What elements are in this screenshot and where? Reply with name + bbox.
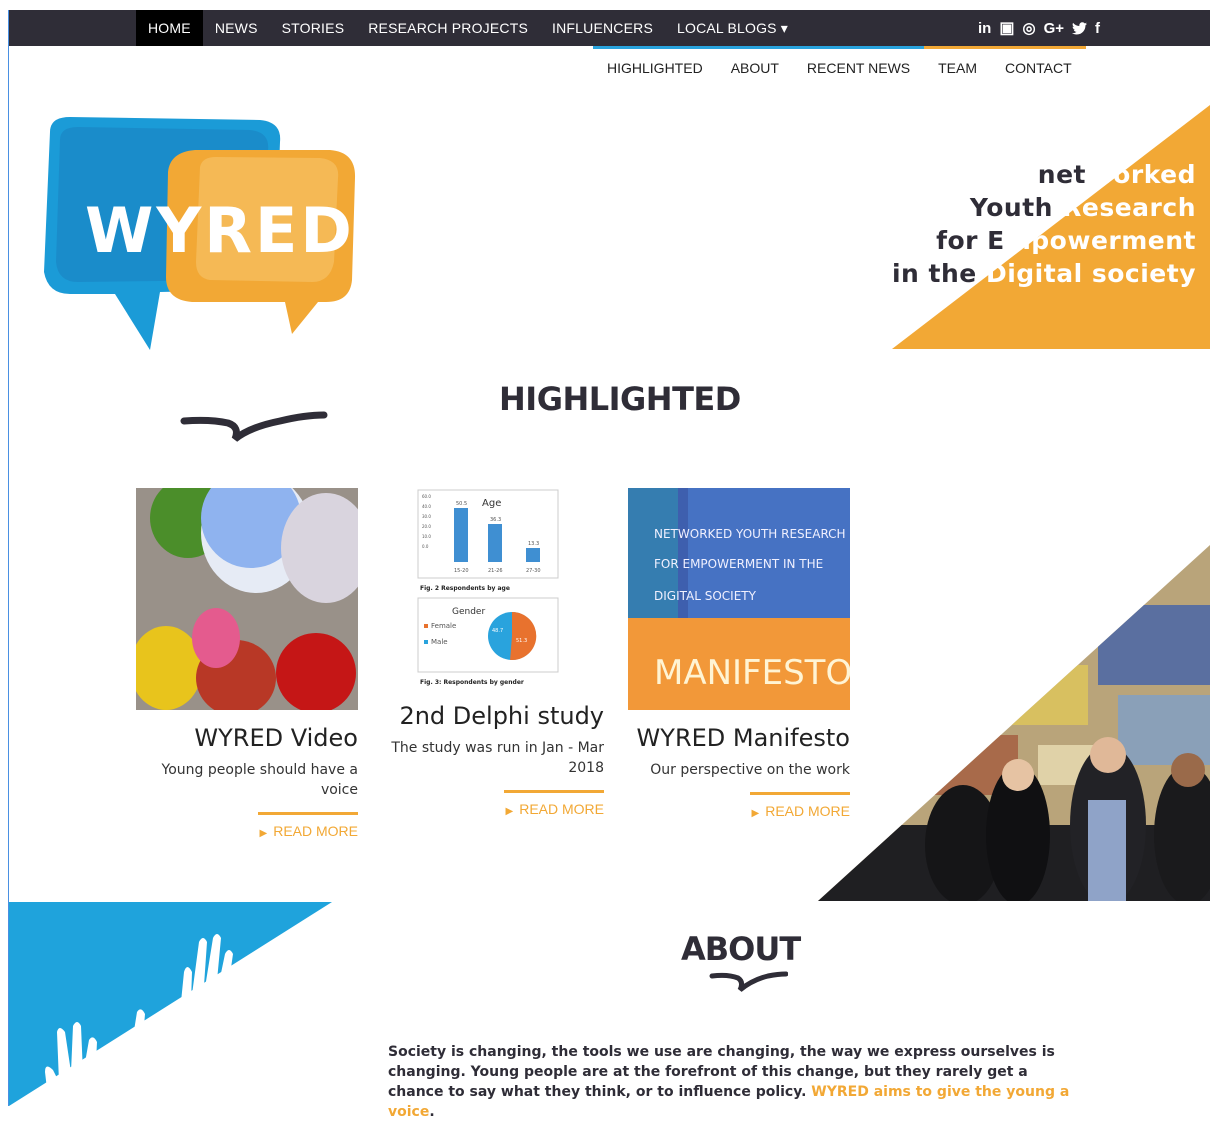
data-label: 36.3 xyxy=(490,517,501,523)
about-paragraph: Society is changing, the tools we use ar… xyxy=(388,1042,1088,1122)
highlight-card-delphi: 60.0 40.0 30.0 20.0 10.0 0.0 Age 50.5 36… xyxy=(382,488,604,819)
tick-label: 15-20 xyxy=(454,568,469,574)
about-background-hands xyxy=(9,902,332,1106)
card-image-manifesto[interactable]: NETWORKED YOUTH RESEARCH FOR EMPOWERMENT… xyxy=(628,488,850,710)
axis-tick: 0.0 xyxy=(422,544,429,549)
chart-title: Age xyxy=(482,498,501,509)
bar xyxy=(454,508,468,562)
read-more-divider xyxy=(504,790,604,793)
highlight-card-video: WYRED Video Young people should have a v… xyxy=(136,488,358,841)
read-more-label: READ MORE xyxy=(519,801,604,817)
axis-tick: 30.0 xyxy=(422,514,431,519)
tick-label: 21-26 xyxy=(488,568,503,574)
subnav-item-recent-news[interactable]: RECENT NEWS xyxy=(792,46,925,90)
card-title[interactable]: WYRED Manifesto xyxy=(628,724,850,752)
nav-item-news[interactable]: NEWS xyxy=(203,10,270,46)
tagline-part: Digital society xyxy=(976,259,1196,288)
legend-label: Male xyxy=(431,638,448,646)
read-more-divider xyxy=(258,812,358,815)
nav-item-local-blogs[interactable]: LOCAL BLOGS ▾ xyxy=(665,10,800,46)
project-tagline: netWorked Youth Research for Empowerment… xyxy=(892,158,1196,290)
youtube-icon[interactable]: ▣ xyxy=(999,18,1014,38)
tagline-part: net xyxy=(1037,160,1086,189)
nav-item-stories[interactable]: STORIES xyxy=(270,10,357,46)
card-image-delphi-charts[interactable]: 60.0 40.0 30.0 20.0 10.0 0.0 Age 50.5 36… xyxy=(382,488,604,688)
tagline-part: Research xyxy=(1052,193,1196,222)
tagline-part: Worked xyxy=(1086,160,1196,189)
logo-text: WYRED xyxy=(85,194,355,267)
twitter-icon[interactable] xyxy=(1072,21,1087,35)
google-plus-icon[interactable]: G+ xyxy=(1044,20,1064,37)
tagline-part: Youth xyxy=(969,193,1053,222)
card-description: Our perspective on the work xyxy=(650,762,850,778)
read-more-link[interactable]: ▶ READ MORE xyxy=(260,823,359,839)
nav-item-research-projects[interactable]: RESEARCH PROJECTS xyxy=(356,10,540,46)
figure-caption: Fig. 2 Respondents by age xyxy=(420,585,510,592)
top-navigation-bar: HOME NEWS STORIES RESEARCH PROJECTS INFL… xyxy=(9,10,1210,46)
main-nav: HOME NEWS STORIES RESEARCH PROJECTS INFL… xyxy=(136,10,800,46)
axis-tick: 10.0 xyxy=(422,534,431,539)
nav-item-influencers[interactable]: INFLUENCERS xyxy=(540,10,665,46)
axis-tick: 40.0 xyxy=(422,504,431,509)
facebook-icon[interactable]: f xyxy=(1095,20,1100,37)
social-links: in ▣ ◎ G+ f xyxy=(978,10,1100,46)
figure-caption: Fig. 3: Respondents by gender xyxy=(420,679,524,686)
play-icon: ▶ xyxy=(259,828,268,839)
data-label: 51.3 xyxy=(516,638,527,644)
subnav-item-highlighted[interactable]: HIGHLIGHTED xyxy=(593,46,717,90)
highlight-card-manifesto: NETWORKED YOUTH RESEARCH FOR EMPOWERMENT… xyxy=(628,488,850,821)
bar xyxy=(488,524,502,562)
tagline-part: for E xyxy=(936,226,1005,255)
bar xyxy=(526,548,540,562)
card-title[interactable]: WYRED Video xyxy=(136,724,358,752)
card-description: The study was run in Jan - Mar 2018 xyxy=(391,740,604,776)
section-title-about: ABOUT xyxy=(681,930,801,968)
image-text: FOR EMPOWERMENT IN THE xyxy=(654,557,823,571)
instagram-icon[interactable]: ◎ xyxy=(1022,19,1035,37)
nav-item-home[interactable]: HOME xyxy=(136,10,203,46)
section-title-highlighted: HIGHLIGHTED xyxy=(499,380,741,418)
subnav-item-contact[interactable]: CONTACT xyxy=(991,46,1086,90)
axis-tick: 20.0 xyxy=(422,524,431,529)
play-icon: ▶ xyxy=(505,806,514,817)
subnav-item-about[interactable]: ABOUT xyxy=(716,46,794,90)
data-label: 13.3 xyxy=(528,541,539,547)
subnav-item-team[interactable]: TEAM xyxy=(924,46,991,90)
about-underline-squiggle xyxy=(709,971,788,992)
youth-group-photo xyxy=(818,545,1210,901)
tick-label: 27-30 xyxy=(526,568,541,574)
card-image-balloons[interactable] xyxy=(136,488,358,710)
card-title[interactable]: 2nd Delphi study xyxy=(382,702,604,730)
about-text-end: . xyxy=(429,1104,435,1120)
legend-label: Female xyxy=(431,622,456,630)
axis-tick: 60.0 xyxy=(422,494,431,499)
data-label: 48.7 xyxy=(492,628,503,634)
image-text: DIGITAL SOCIETY xyxy=(654,589,757,603)
image-text: NETWORKED YOUTH RESEARCH xyxy=(654,527,846,541)
read-more-label: READ MORE xyxy=(273,823,358,839)
linkedin-icon[interactable]: in xyxy=(978,20,991,37)
read-more-link[interactable]: ▶ READ MORE xyxy=(506,801,605,817)
data-label: 50.5 xyxy=(456,501,467,507)
tagline-part: mpowerment xyxy=(1004,226,1196,255)
card-description: Young people should have a voice xyxy=(161,762,358,798)
chart-title: Gender xyxy=(452,607,485,617)
section-nav: HIGHLIGHTED ABOUT RECENT NEWS TEAM CONTA… xyxy=(593,46,1086,90)
wyred-logo[interactable]: WYRED xyxy=(30,112,360,352)
decorative-squiggle xyxy=(180,411,328,442)
play-icon: ▶ xyxy=(751,808,760,819)
tagline-part: in the xyxy=(891,259,977,288)
